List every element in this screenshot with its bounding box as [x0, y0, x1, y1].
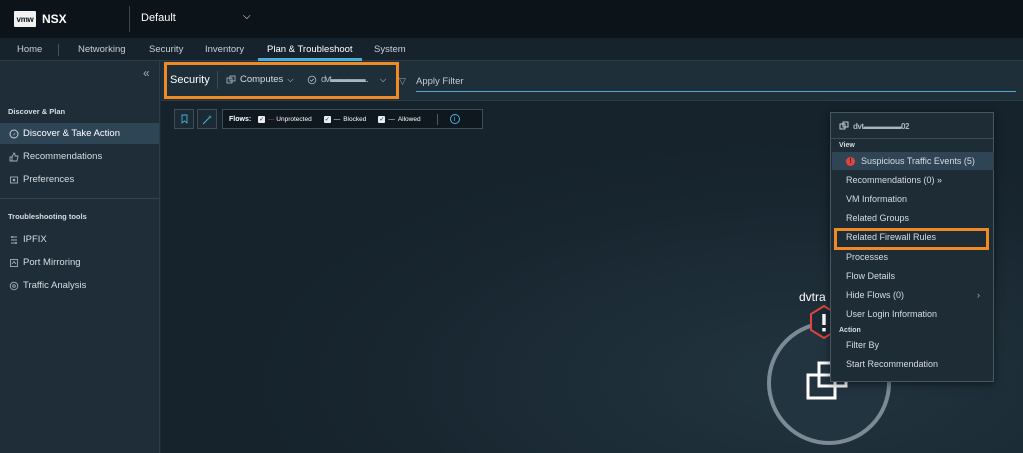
vm-name: dvt▬▬▬▬.. — [321, 74, 369, 85]
checkbox-checked-icon: ✓ — [378, 115, 386, 123]
vmware-logo: vmw — [14, 11, 36, 27]
menu-item-related-firewall-rules[interactable]: Related Firewall Rules — [846, 232, 988, 242]
menu-item-filter-by[interactable]: Filter By — [846, 340, 988, 350]
sidebar-item-recommendations[interactable]: Recommendations — [0, 146, 159, 167]
traffic-analysis-icon — [8, 280, 19, 291]
sidebar-item-label: Recommendations — [23, 151, 103, 162]
filter-divider — [217, 71, 218, 89]
sidebar-section-troubleshooting: Troubleshooting tools — [8, 212, 87, 221]
flow-option-label: Allowed — [397, 115, 421, 123]
tab-networking[interactable]: Networking — [78, 44, 126, 55]
flows-label: Flows: — [229, 115, 252, 123]
header-divider — [129, 6, 130, 32]
menu-item-recommendations[interactable]: Recommendations (0) » — [846, 175, 988, 185]
menu-item-start-recommendation[interactable]: Start Recommendation — [846, 359, 988, 369]
tab-home[interactable]: Home — [17, 44, 42, 55]
flow-option-label: Unprotected — [276, 115, 312, 123]
vm-status-icon — [307, 75, 317, 84]
menu-item-related-groups[interactable]: Related Groups — [846, 213, 988, 223]
port-mirroring-icon — [8, 257, 19, 268]
compute-icon — [226, 75, 236, 83]
flows-legend: Flows: ✓ - - - Unprotected ✓ — Blocked ✓… — [222, 109, 483, 129]
filter-funnel-icon: ▽ — [399, 76, 406, 86]
magic-wand-button[interactable] — [197, 109, 217, 129]
dashed-line-icon: - - - — [268, 115, 274, 123]
context-divider — [831, 138, 993, 139]
tab-plan-troubleshoot[interactable]: Plan & Troubleshoot — [267, 44, 353, 55]
menu-item-hide-flows[interactable]: Hide Flows (0) › — [846, 290, 988, 300]
scope-label: Security — [170, 74, 210, 86]
bookmark-button[interactable] — [174, 109, 194, 129]
flow-filter-allowed[interactable]: ✓ — Allowed — [378, 115, 421, 123]
compute-label: Computes — [240, 74, 284, 85]
tab-system[interactable]: System — [374, 44, 406, 55]
menu-item-vm-information[interactable]: VM Information — [846, 194, 988, 204]
flows-divider — [436, 113, 438, 125]
nav-divider — [58, 44, 59, 56]
menu-item-user-login-info[interactable]: User Login Information — [846, 309, 988, 319]
context-vm-name: dvt▬▬▬▬▬02 — [853, 121, 909, 131]
chevron-down-icon: ⌵ — [287, 74, 294, 84]
sidebar-item-ipfix[interactable]: IPFIX — [0, 229, 159, 250]
warning-icon: ! — [846, 156, 855, 166]
compute-selector[interactable]: Computes ⌵ — [226, 74, 293, 85]
context-menu-header: dvt▬▬▬▬▬02 — [839, 121, 909, 131]
info-icon[interactable]: i — [449, 114, 460, 124]
menu-item-label: Suspicious Traffic Events (5) — [861, 156, 975, 166]
sidebar-item-discover-take-action[interactable]: Discover & Take Action — [0, 123, 159, 144]
app-name: NSX — [42, 12, 67, 26]
magic-wand-icon — [202, 114, 212, 124]
solid-line-icon: — — [388, 115, 395, 123]
tab-inventory[interactable]: Inventory — [205, 44, 244, 55]
checkbox-checked-icon: ✓ — [258, 115, 266, 123]
chevron-down-icon: ⌵ — [379, 74, 387, 84]
main-nav: Home Networking Security Inventory Plan … — [0, 38, 1023, 61]
discover-icon — [8, 128, 19, 139]
sidebar-item-port-mirroring[interactable]: Port Mirroring — [0, 252, 159, 273]
tenant-selector[interactable]: Default — [141, 12, 176, 24]
chevron-right-icon: › — [977, 290, 980, 300]
flow-filter-unprotected[interactable]: ✓ - - - Unprotected — [258, 115, 312, 123]
chevron-down-icon[interactable]: ⌵ — [243, 11, 251, 22]
sidebar-item-label: Discover & Take Action — [23, 128, 120, 139]
menu-item-label: Hide Flows (0) — [846, 290, 905, 300]
context-section-view: View — [839, 142, 855, 149]
flow-option-label: Blocked — [343, 115, 367, 123]
context-section-action: Action — [839, 327, 861, 334]
sidebar-item-preferences[interactable]: Preferences — [0, 169, 159, 190]
bookmark-icon — [181, 114, 187, 124]
top-header: vmw NSX Default ⌵ — [0, 0, 1023, 38]
node-label: dvtra — [799, 290, 826, 304]
filter-bar: Security Computes ⌵ dvt▬▬▬▬.. ⌵ ▽ Apply … — [161, 61, 1023, 101]
recommendations-icon — [8, 151, 19, 162]
topology-canvas[interactable]: Security Computes ⌵ dvt▬▬▬▬.. ⌵ ▽ Apply … — [161, 61, 1023, 453]
sidebar-item-label: Preferences — [23, 174, 75, 185]
sidebar-item-label: IPFIX — [23, 234, 47, 245]
ipfix-icon — [8, 234, 19, 245]
double-chevron-left-icon[interactable]: « — [143, 66, 150, 80]
apply-filter-input[interactable]: Apply Filter — [416, 74, 1016, 92]
preferences-icon — [8, 174, 19, 185]
sidebar-divider — [0, 198, 159, 199]
sidebar-section-discover: Discover & Plan — [8, 107, 66, 116]
menu-item-flow-details[interactable]: Flow Details — [846, 271, 988, 281]
menu-item-processes[interactable]: Processes — [846, 252, 988, 262]
node-context-menu: dvt▬▬▬▬▬02 View ! Suspicious Traffic Eve… — [830, 112, 994, 382]
sidebar: « Discover & Plan Discover & Take Action… — [0, 61, 160, 453]
checkbox-checked-icon: ✓ — [323, 115, 331, 123]
vm-icon — [839, 121, 849, 130]
tab-security[interactable]: Security — [149, 44, 183, 55]
menu-item-suspicious-traffic[interactable]: ! Suspicious Traffic Events (5) — [832, 152, 994, 170]
solid-line-icon: — — [333, 115, 341, 123]
sidebar-item-label: Port Mirroring — [23, 257, 81, 268]
flow-filter-blocked[interactable]: ✓ — Blocked — [323, 115, 367, 123]
vm-selector[interactable]: dvt▬▬▬▬.. ⌵ — [307, 74, 386, 85]
sidebar-item-traffic-analysis[interactable]: Traffic Analysis — [0, 275, 159, 296]
sidebar-item-label: Traffic Analysis — [23, 280, 87, 291]
